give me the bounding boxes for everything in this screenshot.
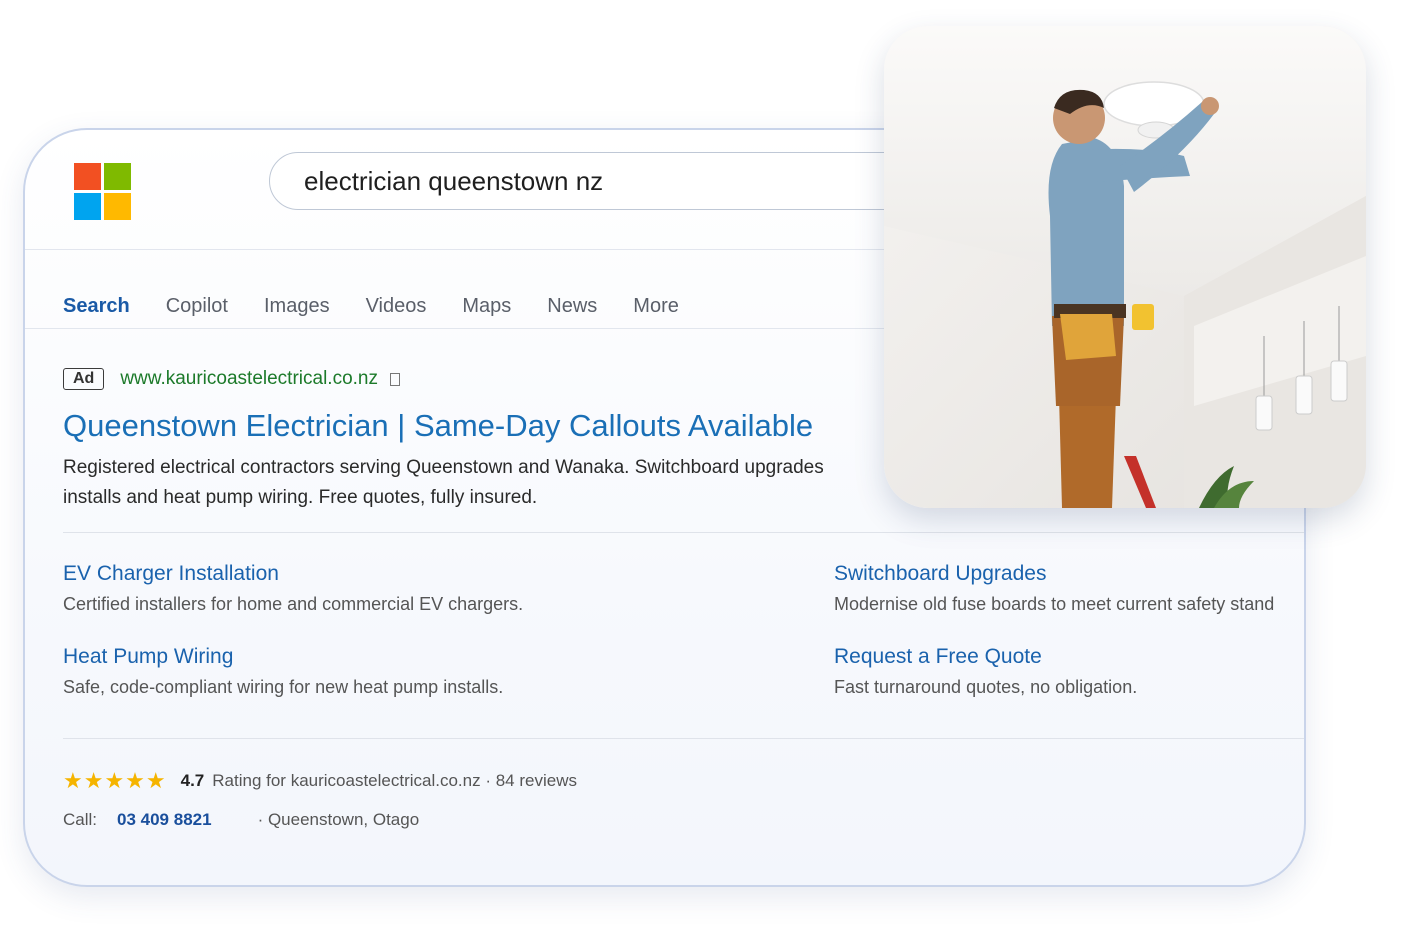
sitelink-title[interactable]: Heat Pump Wiring <box>63 645 503 669</box>
call-label: Call: <box>63 810 98 829</box>
sitelink-title[interactable]: EV Charger Installation <box>63 562 523 586</box>
star-rating-icon: ★★★★★ <box>63 768 167 793</box>
sitelink-desc: Modernise old fuse boards to meet curren… <box>834 594 1275 614</box>
rating-text: Rating for kauricoastelectrical.co.nz · … <box>212 771 577 790</box>
nav-tabs: Search Copilot Images Videos Maps News M… <box>63 295 715 327</box>
ad-divider <box>63 532 1304 533</box>
sitelink-desc: Fast turnaround quotes, no obligation. <box>834 677 1138 697</box>
electrician-installing-ceiling-light-image <box>884 26 1366 508</box>
ad-badge: Ad <box>63 368 105 390</box>
phone-link[interactable]: 03 409 8821 <box>117 810 212 830</box>
tab-search[interactable]: Search <box>63 295 130 327</box>
electrician-photo <box>884 26 1366 508</box>
sitelink-title[interactable]: Switchboard Upgrades <box>834 562 1274 586</box>
sitelink-desc: Certified installers for home and commer… <box>63 594 524 614</box>
rating-value: 4.7 <box>180 771 205 790</box>
ad-info-icon[interactable] <box>389 372 400 386</box>
ad-description-line-1: Registered electrical contractors servin… <box>63 457 824 478</box>
logo-yellow-square <box>104 193 131 220</box>
sitelink-switchboard: Switchboard Upgrades Modernise old fuse … <box>834 562 1274 615</box>
tab-copilot[interactable]: Copilot <box>166 295 228 327</box>
logo-green-square <box>104 163 131 190</box>
sitelink-heat-pump: Heat Pump Wiring Safe, code-compliant wi… <box>63 645 503 698</box>
rating-row: ★★★★★ 4.7 Rating for kauricoastelectrica… <box>63 768 577 794</box>
location-text: · Queenstown, Otago <box>257 810 420 829</box>
sitelink-desc: Safe, code-compliant wiring for new heat… <box>63 677 504 697</box>
tab-more[interactable]: More <box>633 295 679 327</box>
ad-description-line-2: installs and heat pump wiring. Free quot… <box>63 487 538 508</box>
sitelink-ev-charger: EV Charger Installation Certified instal… <box>63 562 523 615</box>
sitelink-title[interactable]: Request a Free Quote <box>834 645 1137 669</box>
tab-images[interactable]: Images <box>264 295 330 327</box>
logo-blue-square <box>74 193 101 220</box>
sitelink-free-quote: Request a Free Quote Fast turnaround quo… <box>834 645 1137 698</box>
sitelinks-divider <box>63 738 1304 739</box>
logo-red-square <box>74 163 101 190</box>
tab-news[interactable]: News <box>547 295 597 327</box>
call-row: Call: 03 409 8821 · Queenstown, Otago <box>63 810 419 830</box>
ad-header: Ad www.kauricoastelectrical.co.nz <box>63 368 400 390</box>
ad-url[interactable]: www.kauricoastelectrical.co.nz <box>120 368 378 390</box>
tab-videos[interactable]: Videos <box>366 295 427 327</box>
tab-maps[interactable]: Maps <box>462 295 511 327</box>
ad-description: Registered electrical contractors servin… <box>63 453 963 513</box>
ad-headline-link[interactable]: Queenstown Electrician | Same-Day Callou… <box>63 408 813 444</box>
microsoft-logo-icon[interactable] <box>74 163 131 220</box>
